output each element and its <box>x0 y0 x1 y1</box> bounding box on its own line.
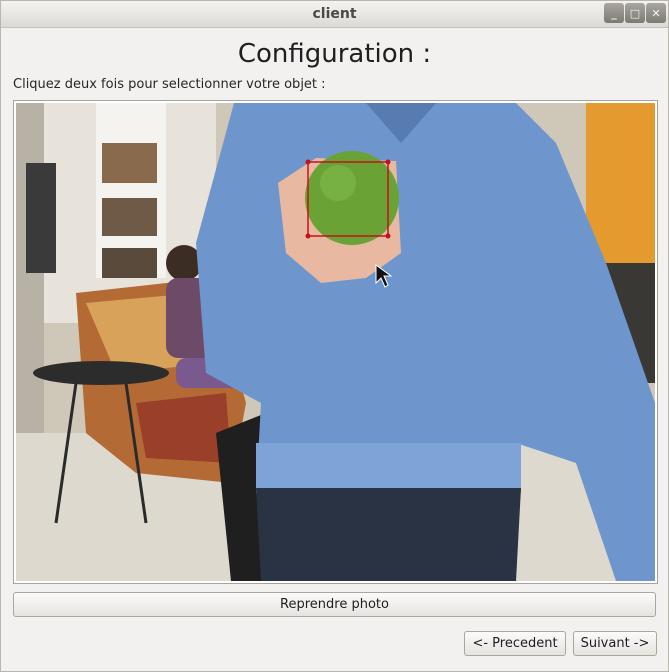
previous-button[interactable]: <- Precedent <box>464 631 566 656</box>
photo-frame <box>13 100 658 584</box>
title-bar: client _ □ ✕ <box>1 1 668 28</box>
retake-photo-button[interactable]: Reprendre photo <box>13 592 656 617</box>
next-button[interactable]: Suivant -> <box>573 631 657 656</box>
minimize-button[interactable]: _ <box>604 3 624 23</box>
client-window: client _ □ ✕ Configuration : Cliquez deu… <box>0 0 669 672</box>
photo-scene <box>16 103 655 581</box>
page-title: Configuration : <box>237 39 432 69</box>
window-controls: _ □ ✕ <box>604 3 666 23</box>
instruction-label: Cliquez deux fois pour selectionner votr… <box>13 77 326 92</box>
camera-photo[interactable] <box>16 103 655 581</box>
window-title: client <box>312 6 357 22</box>
maximize-button[interactable]: □ <box>625 3 645 23</box>
close-button[interactable]: ✕ <box>646 3 666 23</box>
